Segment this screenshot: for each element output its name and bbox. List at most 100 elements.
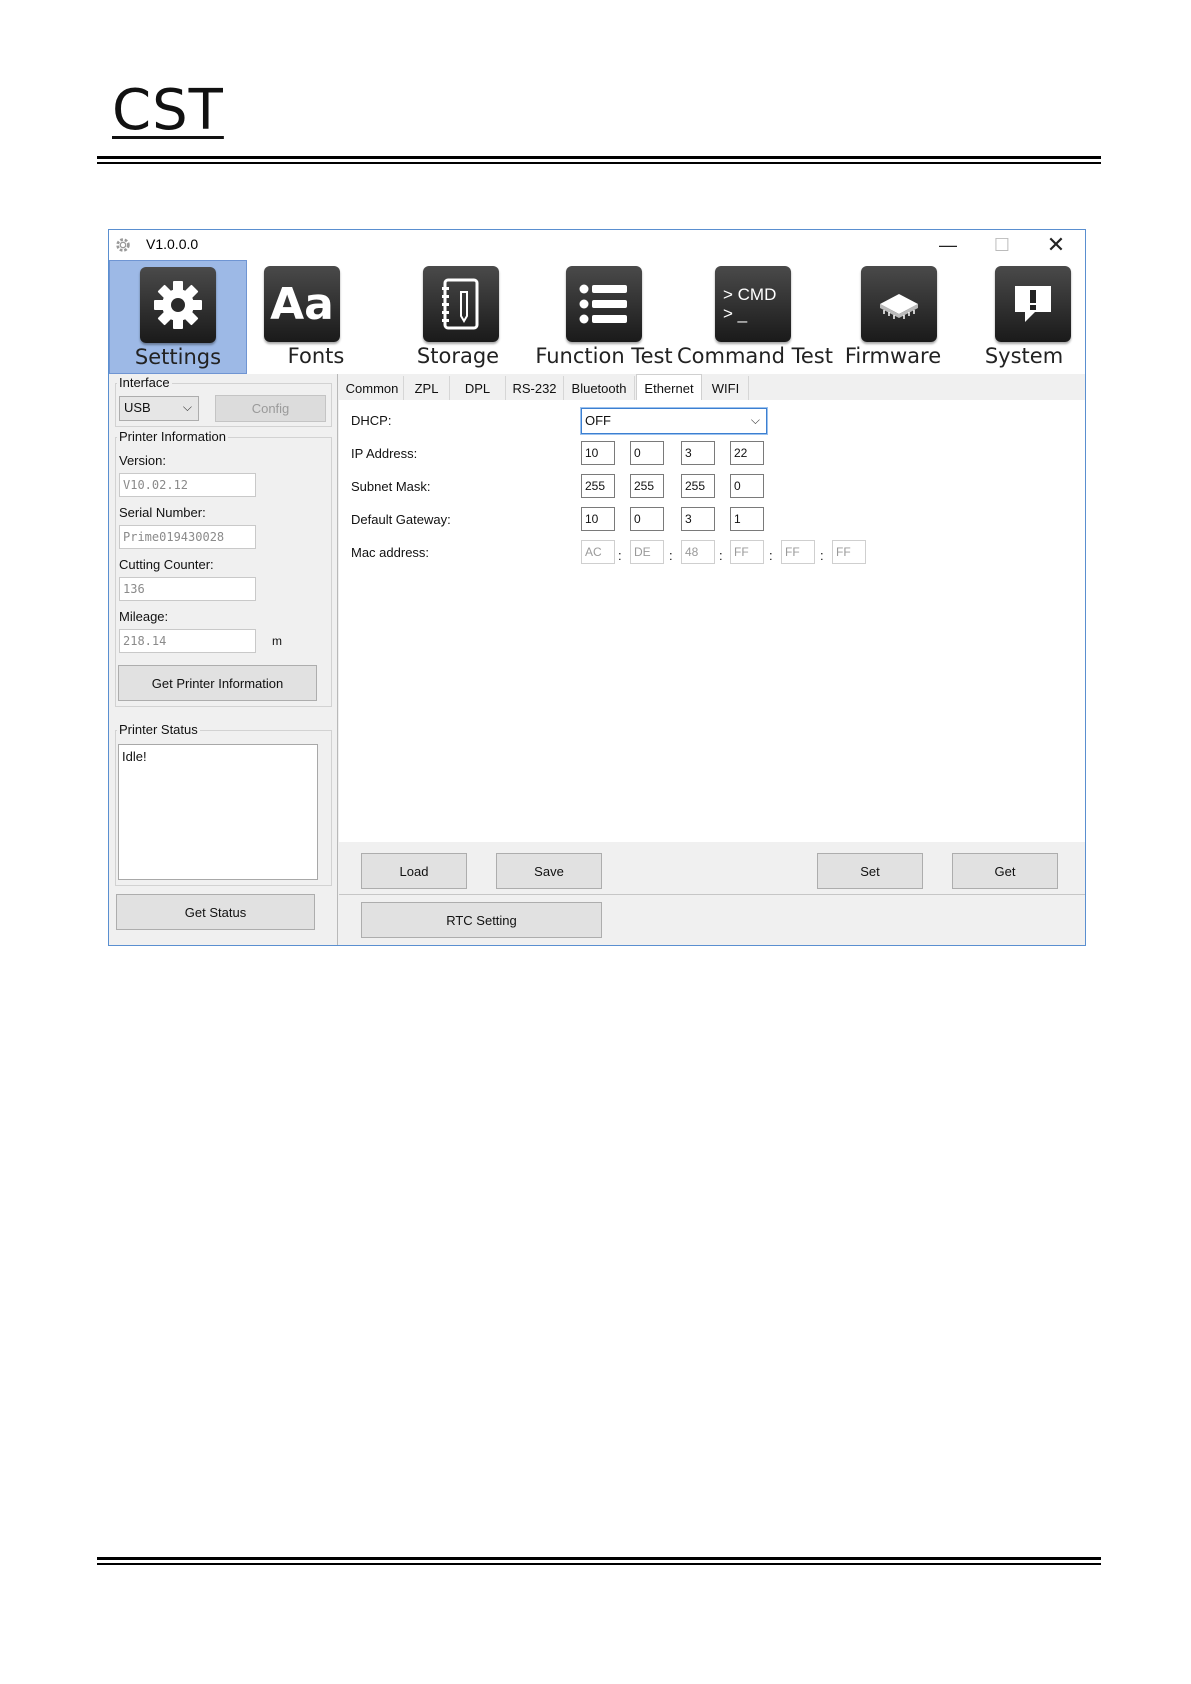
maximize-button[interactable]: ☐ xyxy=(979,230,1025,260)
gear-icon xyxy=(140,267,216,343)
toolbar-function-test-button[interactable]: Function Test xyxy=(531,260,677,374)
app-window: V1.0.0.0 — ☐ ✕ Settings Aa Fonts Storage… xyxy=(108,229,1086,946)
load-button[interactable]: Load xyxy=(361,853,467,889)
toolbar-storage-button[interactable]: Storage xyxy=(385,260,531,374)
chip-icon xyxy=(861,266,937,342)
get-printer-information-button[interactable]: Get Printer Information xyxy=(118,665,317,701)
printer-status-text[interactable]: Idle! xyxy=(118,744,318,880)
mac-byte-4[interactable]: FF xyxy=(730,540,764,564)
cutting-counter-field[interactable]: 136 xyxy=(119,577,256,601)
mac-byte-5[interactable]: FF xyxy=(781,540,815,564)
mac-separator: : xyxy=(719,548,723,563)
ip-octet-3[interactable]: 3 xyxy=(681,441,715,465)
subnet-octet-1[interactable]: 255 xyxy=(581,474,615,498)
interface-group-title: Interface xyxy=(117,375,172,390)
subnet-octet-3[interactable]: 255 xyxy=(681,474,715,498)
toolbar-command-test-button[interactable]: > CMD > _ Command Test xyxy=(677,260,833,374)
serial-number-label: Serial Number: xyxy=(119,505,206,520)
gateway-octet-4[interactable]: 1 xyxy=(730,507,764,531)
rtc-setting-button[interactable]: RTC Setting xyxy=(361,902,602,938)
dhcp-label: DHCP: xyxy=(351,413,392,428)
ip-octet-1[interactable]: 10 xyxy=(581,441,615,465)
toolbar-firmware-button[interactable]: Firmware xyxy=(823,260,963,374)
footer-rule-thin xyxy=(97,1563,1101,1565)
dhcp-select[interactable]: OFF ⌵ xyxy=(580,407,768,435)
get-button[interactable]: Get xyxy=(952,853,1058,889)
close-button[interactable]: ✕ xyxy=(1033,230,1079,260)
toolbar-label: Fonts xyxy=(287,344,345,368)
mac-separator: : xyxy=(618,548,622,563)
toolbar-label: Firmware xyxy=(844,344,942,368)
toolbar-label: System xyxy=(984,344,1064,368)
config-button[interactable]: Config xyxy=(215,395,326,422)
toolbar-settings-button[interactable]: Settings xyxy=(109,260,247,374)
mac-address-label: Mac address: xyxy=(351,545,430,560)
tab-wifi[interactable]: WIFI xyxy=(703,376,749,400)
mileage-label: Mileage: xyxy=(119,609,169,624)
tab-ethernet[interactable]: Ethernet xyxy=(636,374,702,401)
document-logo: CST xyxy=(112,78,224,143)
title-bar: V1.0.0.0 — ☐ ✕ xyxy=(109,230,1085,260)
terminal-icon-line1: > CMD xyxy=(723,285,777,304)
mac-byte-3[interactable]: 48 xyxy=(681,540,715,564)
toolbar-label: Command Test xyxy=(677,344,833,368)
mac-separator: : xyxy=(769,548,773,563)
interface-select[interactable]: USB ⌵ xyxy=(119,396,199,421)
version-field[interactable]: V10.02.12 xyxy=(119,473,256,497)
tab-bluetooth[interactable]: Bluetooth xyxy=(564,376,635,400)
notebook-icon xyxy=(423,266,499,342)
toolbar-label: Function Test xyxy=(535,344,673,368)
app-gear-icon xyxy=(116,238,130,252)
terminal-icon-line2: > _ xyxy=(723,304,748,323)
toolbar-system-button[interactable]: System xyxy=(963,260,1085,374)
mac-byte-1[interactable]: AC xyxy=(581,540,615,564)
ethernet-panel: DHCP: OFF ⌵ IP Address: 10 0 3 22 Subnet… xyxy=(339,400,1085,842)
footer-rule xyxy=(97,1557,1101,1560)
ip-octet-2[interactable]: 0 xyxy=(630,441,664,465)
ip-octet-4[interactable]: 22 xyxy=(730,441,764,465)
tab-common[interactable]: Common xyxy=(341,376,404,400)
action-bar-divider xyxy=(339,894,1085,895)
printer-status-group-title: Printer Status xyxy=(117,722,200,737)
version-label: Version: xyxy=(119,453,166,468)
mac-separator: : xyxy=(669,548,673,563)
window-title: V1.0.0.0 xyxy=(146,236,199,252)
header-rule-thin xyxy=(97,162,1101,164)
toolbar-fonts-button[interactable]: Aa Fonts xyxy=(247,260,385,374)
settings-tabs: Common ZPL DPL RS-232 Bluetooth Ethernet… xyxy=(339,374,1085,401)
chevron-down-icon: ⌵ xyxy=(182,400,192,414)
gateway-octet-1[interactable]: 10 xyxy=(581,507,615,531)
header-rule xyxy=(97,156,1101,159)
toolbar-label: Storage xyxy=(416,344,500,368)
chevron-down-icon: ⌵ xyxy=(750,413,760,427)
left-panel: Interface USB ⌵ Config Printer Informati… xyxy=(109,374,338,945)
terminal-icon: > CMD > _ xyxy=(715,266,791,342)
subnet-octet-4[interactable]: 0 xyxy=(730,474,764,498)
gateway-octet-3[interactable]: 3 xyxy=(681,507,715,531)
cutting-counter-label: Cutting Counter: xyxy=(119,557,214,572)
main-toolbar: Settings Aa Fonts Storage Function Test … xyxy=(109,260,1085,374)
gateway-octet-2[interactable]: 0 xyxy=(630,507,664,531)
tab-dpl[interactable]: DPL xyxy=(450,376,506,400)
serial-number-field[interactable]: Prime019430028 xyxy=(119,525,256,549)
set-button[interactable]: Set xyxy=(817,853,923,889)
minimize-button[interactable]: — xyxy=(925,230,971,260)
tab-rs232[interactable]: RS-232 xyxy=(506,376,564,400)
get-status-button[interactable]: Get Status xyxy=(116,894,315,930)
font-icon: Aa xyxy=(264,266,340,342)
save-button[interactable]: Save xyxy=(496,853,602,889)
tab-zpl[interactable]: ZPL xyxy=(404,376,450,400)
default-gateway-label: Default Gateway: xyxy=(351,512,451,527)
toolbar-label: Settings xyxy=(134,345,222,369)
mileage-unit: m xyxy=(272,634,282,648)
mac-byte-2[interactable]: DE xyxy=(630,540,664,564)
mileage-field[interactable]: 218.14 xyxy=(119,629,256,653)
interface-select-value: USB xyxy=(124,400,151,415)
list-icon xyxy=(566,266,642,342)
subnet-mask-label: Subnet Mask: xyxy=(351,479,431,494)
mac-separator: : xyxy=(820,548,824,563)
mac-byte-6[interactable]: FF xyxy=(832,540,866,564)
subnet-octet-2[interactable]: 255 xyxy=(630,474,664,498)
printer-info-group-title: Printer Information xyxy=(117,429,228,444)
ip-address-label: IP Address: xyxy=(351,446,418,461)
